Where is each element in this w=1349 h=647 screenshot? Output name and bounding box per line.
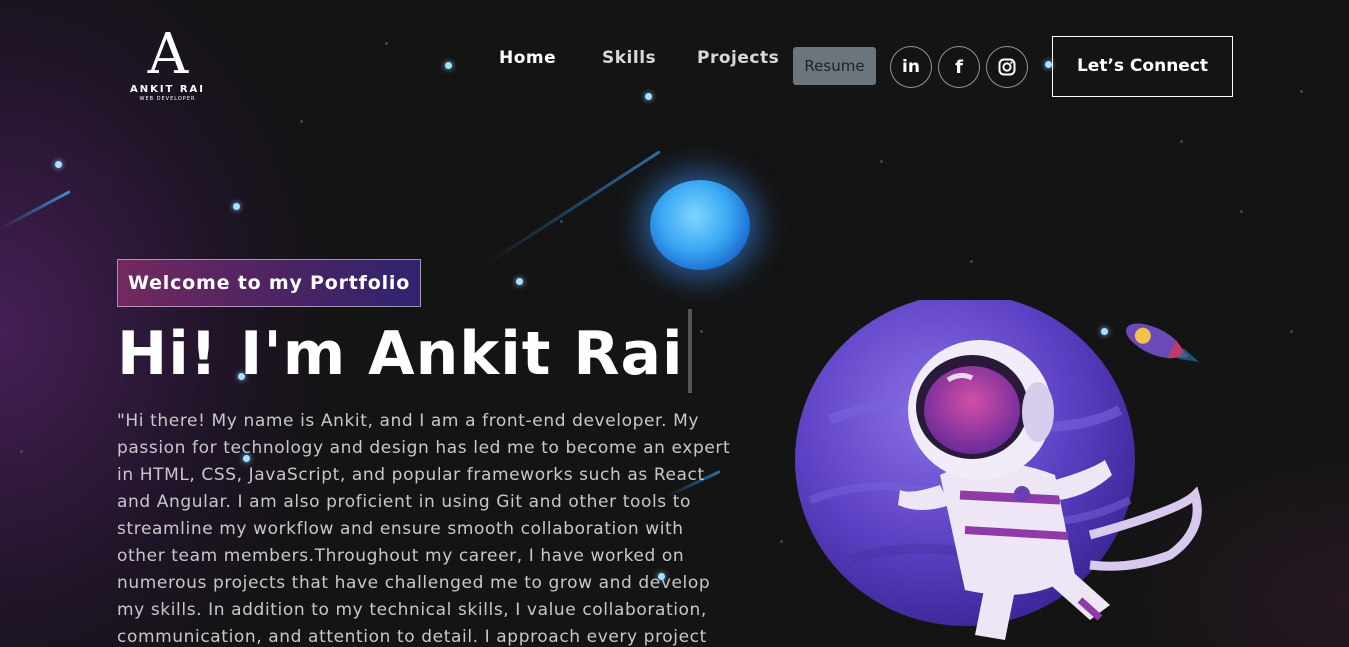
hero-bio: "Hi there! My name is Ankit, and I am a … (117, 411, 731, 647)
star (1180, 140, 1183, 143)
star-dot (233, 203, 240, 210)
star (300, 120, 303, 123)
star (880, 160, 883, 163)
logo-name: ANKIT RAI (129, 84, 206, 95)
star-dot (645, 93, 652, 100)
lets-connect-button[interactable]: Let’s Connect (1052, 36, 1233, 97)
site-logo[interactable]: A ANKIT RAI WEB DEVELOPER (120, 26, 215, 106)
glowing-orb-illustration (650, 180, 750, 270)
logo-monogram: A (147, 22, 189, 87)
star (1240, 210, 1243, 213)
resume-button[interactable]: Resume (793, 47, 876, 85)
astronaut-planet-illustration (795, 300, 1202, 640)
linkedin-button[interactable]: in (890, 46, 932, 88)
star (1290, 330, 1293, 333)
hero-headline: Hi! I'm Ankit Rai (117, 309, 692, 394)
star (780, 540, 783, 543)
nav-skills[interactable]: Skills (602, 48, 656, 68)
star (385, 42, 388, 45)
star-dot (1045, 61, 1052, 68)
star (1300, 90, 1303, 93)
facebook-icon: f (955, 56, 963, 78)
star-dot (516, 278, 523, 285)
star (700, 330, 703, 333)
star (970, 260, 973, 263)
star (560, 220, 563, 223)
star (20, 450, 23, 453)
facebook-button[interactable]: f (938, 46, 980, 88)
star-dot (445, 62, 452, 69)
typing-caret (687, 309, 692, 394)
logo-subtitle: WEB DEVELOPER (139, 96, 196, 102)
shooting-star (0, 190, 71, 231)
star-dot (55, 161, 62, 168)
headline-text: Hi! I'm Ankit Rai (117, 319, 684, 389)
nav-home[interactable]: Home (499, 48, 556, 68)
instagram-button[interactable] (986, 46, 1028, 88)
welcome-tagline: Welcome to my Portfolio (117, 259, 422, 307)
linkedin-icon: in (902, 57, 920, 77)
instagram-icon (998, 58, 1016, 76)
nav-projects[interactable]: Projects (697, 48, 779, 68)
shooting-star (483, 150, 661, 268)
